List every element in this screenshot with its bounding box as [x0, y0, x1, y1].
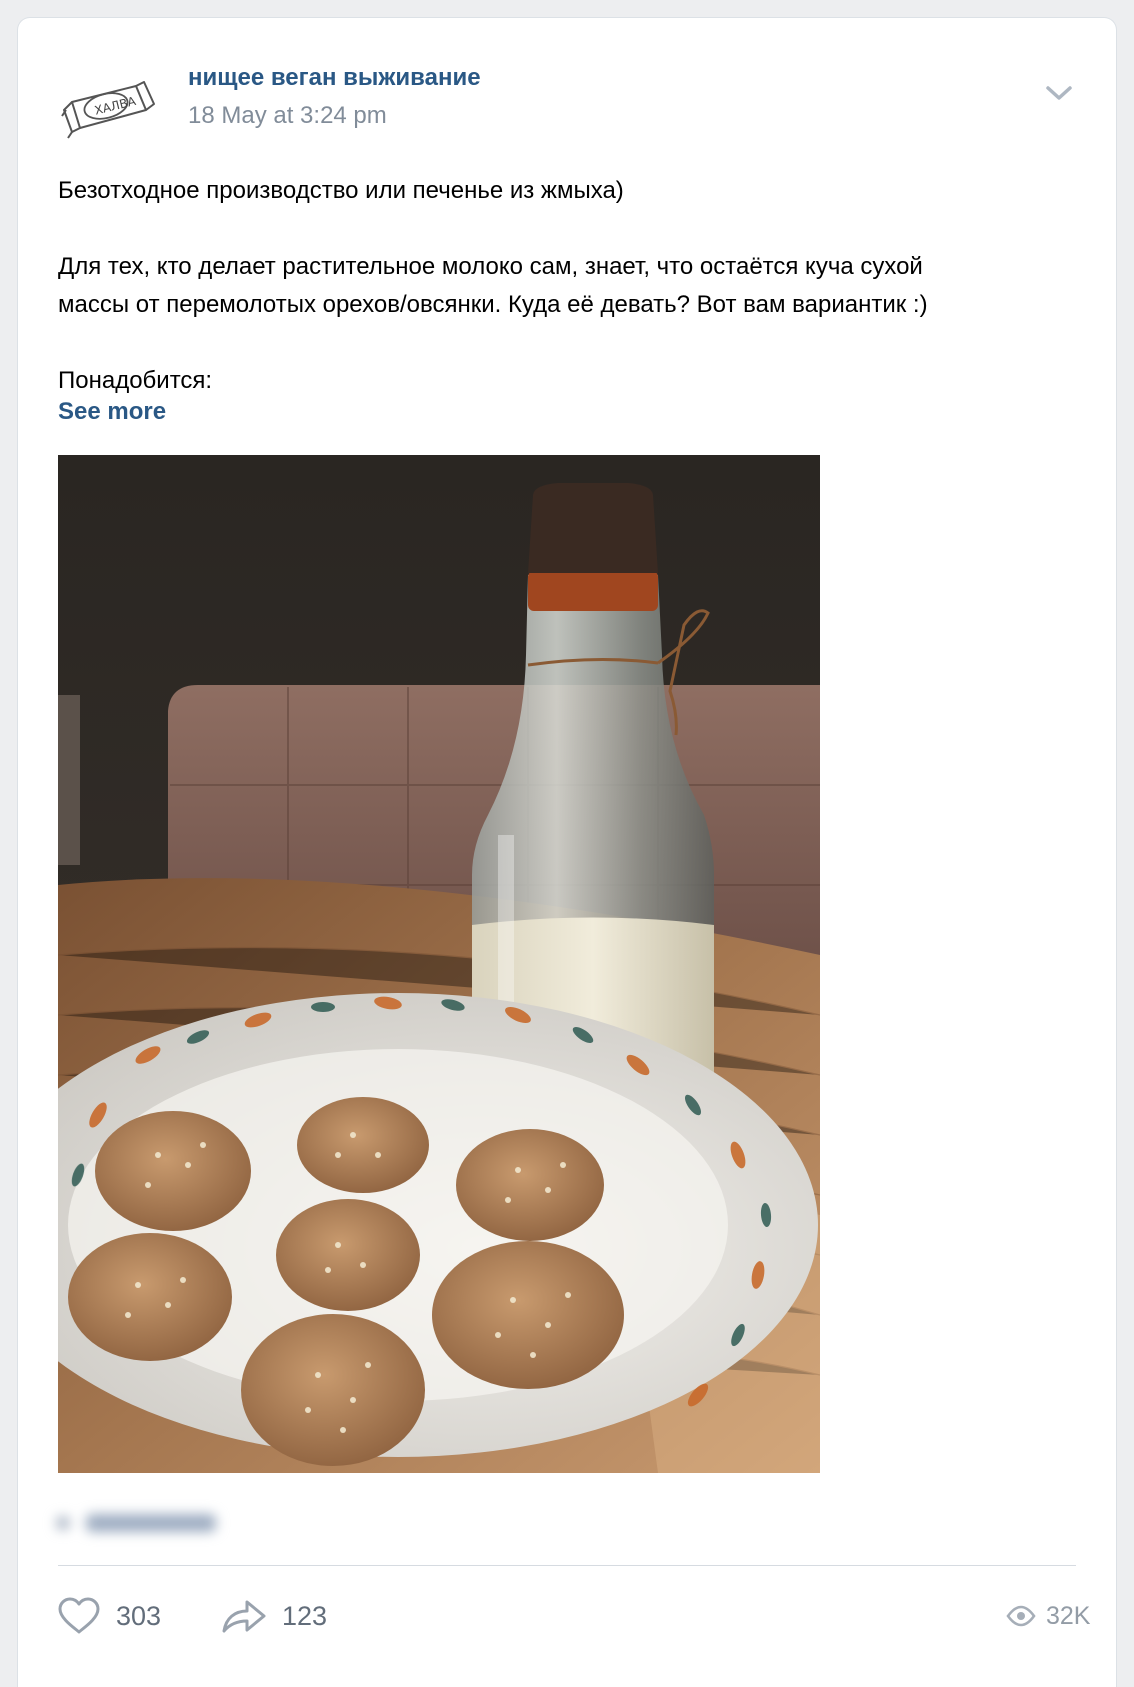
post-date[interactable]: 18 May at 3:24 pm	[188, 102, 387, 130]
post-text-line: Безотходное производство или печенье из …	[58, 177, 624, 204]
post-text-line: Для тех, кто делает растительное молоко …	[58, 253, 923, 280]
like-count: 303	[116, 1600, 162, 1631]
views-count: 32K	[1046, 1601, 1091, 1630]
eye-icon	[1006, 1605, 1036, 1627]
share-count: 123	[282, 1600, 328, 1631]
group-avatar[interactable]: ХАЛВА	[58, 58, 162, 154]
actions-divider	[58, 1565, 1076, 1566]
blurred-author-signature	[56, 1508, 236, 1538]
post-photo[interactable]	[58, 455, 820, 1473]
chevron-down-icon[interactable]	[1042, 80, 1076, 104]
share-button[interactable]: 123	[220, 1596, 327, 1636]
like-button[interactable]: 303	[56, 1596, 161, 1636]
heart-icon	[58, 1597, 100, 1634]
post-text-line: Понадобится:	[58, 367, 213, 394]
post-text: Безотходное производство или печенье из …	[58, 172, 1068, 400]
post-text-line: массы от перемолотых орехов/овсянки. Куд…	[58, 291, 928, 318]
post-card: ХАЛВА нищее веган выживание 18 May at 3:…	[18, 18, 1116, 1687]
author-name[interactable]: нищее веган выживание	[188, 64, 481, 92]
share-arrow-icon	[222, 1600, 266, 1633]
see-more-link[interactable]: See more	[58, 398, 166, 426]
views-counter: 32K	[1006, 1596, 1090, 1636]
